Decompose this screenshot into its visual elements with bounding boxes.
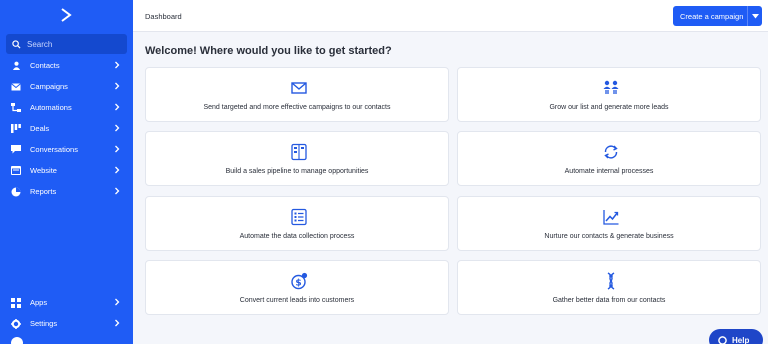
chevron-right-icon: [115, 187, 120, 195]
sync-icon: [604, 145, 618, 159]
card-send-campaigns[interactable]: Send targeted and more effective campaig…: [145, 67, 449, 122]
dollar-icon: $: [291, 272, 308, 290]
envelope-icon: [291, 82, 307, 94]
sidebar-item-label: Website: [30, 166, 57, 175]
avatar[interactable]: [11, 337, 23, 344]
automation-icon: [11, 103, 21, 113]
pipeline-icon: [291, 143, 307, 161]
help-icon: [718, 335, 727, 344]
sidebar-item-label: Contacts: [30, 61, 60, 70]
sidebar-item-apps[interactable]: Apps: [0, 292, 133, 313]
card-label: Send targeted and more effective campaig…: [203, 104, 391, 111]
website-icon: [11, 166, 21, 176]
card-automate-processes[interactable]: Automate internal processes: [457, 131, 761, 186]
search-input[interactable]: Search: [6, 34, 127, 54]
search-placeholder: Search: [27, 39, 53, 49]
card-label: Nurture our contacts & generate business: [544, 233, 674, 240]
card-nurture-contacts[interactable]: Nurture our contacts & generate business: [457, 196, 761, 251]
chevron-right-icon: [115, 124, 120, 132]
chat-icon: [11, 145, 21, 155]
chevron-right-icon: [115, 145, 120, 153]
chevron-right-icon: [115, 319, 120, 327]
breadcrumb[interactable]: Dashboard: [145, 12, 182, 21]
sidebar-item-label: Reports: [30, 187, 57, 196]
card-sales-pipeline[interactable]: Build a sales pipeline to manage opportu…: [145, 131, 449, 186]
card-label: Automate the data collection process: [239, 233, 355, 240]
sidebar-item-deals[interactable]: Deals: [0, 118, 133, 139]
sidebar-item-label: Campaigns: [30, 82, 68, 91]
page-title: Welcome! Where would you like to get sta…: [145, 45, 392, 57]
svg-text:$: $: [295, 278, 301, 288]
card-label: Gather better data from our contacts: [552, 297, 666, 304]
card-gather-data[interactable]: Gather better data from our contacts: [457, 260, 761, 315]
chevron-right-icon: [115, 103, 120, 111]
chevron-right-icon: [115, 166, 120, 174]
sidebar-item-reports[interactable]: Reports: [0, 181, 133, 202]
growth-chart-icon: [603, 210, 619, 225]
sidebar: Search Contacts Campaigns Automations De…: [0, 0, 133, 344]
sidebar-item-automations[interactable]: Automations: [0, 97, 133, 118]
sidebar-item-conversations[interactable]: Conversations: [0, 139, 133, 160]
person-icon: [11, 61, 21, 71]
logo-icon[interactable]: [58, 7, 74, 23]
card-label: Automate internal processes: [564, 168, 654, 175]
caret-down-icon[interactable]: [748, 13, 762, 19]
apps-icon: [11, 297, 21, 308]
mail-icon: [11, 82, 21, 92]
help-label: Help: [732, 335, 750, 344]
deals-icon: [11, 124, 21, 134]
sidebar-item-label: Apps: [30, 298, 48, 307]
card-convert-leads[interactable]: $ Convert current leads into customers: [145, 260, 449, 315]
card-grow-list[interactable]: Grow our list and generate more leads: [457, 67, 761, 122]
sidebar-item-contacts[interactable]: Contacts: [0, 55, 133, 76]
card-label: Grow our list and generate more leads: [549, 104, 669, 111]
form-icon: [291, 208, 307, 226]
card-data-collection[interactable]: Automate the data collection process: [145, 196, 449, 251]
card-label: Convert current leads into customers: [239, 297, 355, 304]
sidebar-item-campaigns[interactable]: Campaigns: [0, 76, 133, 97]
card-label: Build a sales pipeline to manage opportu…: [225, 168, 369, 175]
sidebar-item-settings[interactable]: Settings: [0, 313, 133, 334]
help-button[interactable]: Help: [709, 329, 763, 344]
sidebar-item-label: Automations: [30, 103, 72, 112]
create-campaign-button[interactable]: Create a campaign: [673, 6, 762, 26]
top-bar: Dashboard Create a campaign: [133, 0, 768, 32]
chevron-right-icon: [115, 298, 120, 306]
people-icon: [603, 80, 619, 94]
gear-icon: [11, 318, 21, 329]
create-campaign-label: Create a campaign: [680, 11, 744, 21]
chevron-right-icon: [115, 82, 120, 90]
dna-icon: [607, 272, 615, 290]
sidebar-item-website[interactable]: Website: [0, 160, 133, 181]
search-icon: [12, 39, 21, 49]
pie-chart-icon: [11, 187, 21, 197]
chevron-right-icon: [115, 61, 120, 69]
sidebar-item-label: Deals: [30, 124, 50, 133]
sidebar-item-label: Conversations: [30, 145, 78, 154]
sidebar-item-label: Settings: [30, 319, 58, 328]
